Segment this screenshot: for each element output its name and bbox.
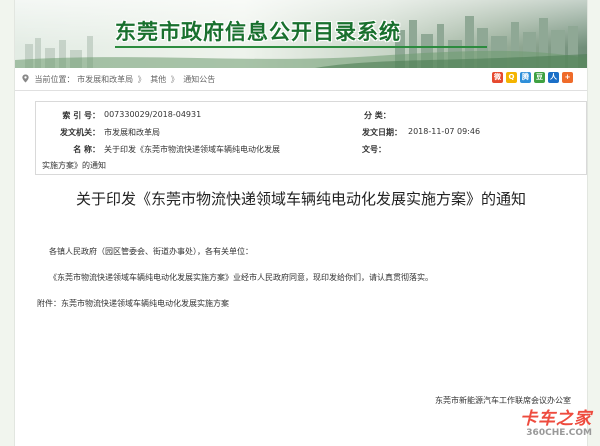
document-name-label: 名 称：	[73, 145, 100, 154]
site-title: 东莞市政府信息公开目录系统	[115, 20, 401, 44]
category-label: 分 类：	[364, 111, 391, 120]
issuing-agency-label: 发文机关：	[60, 128, 100, 137]
document-salutation: 各镇人民政府（园区管委会、街道办事处），各有关单位：	[49, 247, 253, 256]
watermark: 卡车之家 360CHE.COM	[502, 404, 594, 444]
share-toolbar: 微 Q 腾豆人 +	[492, 72, 573, 83]
document-title: 关于印发《东莞市物流快递领域车辆纯电动化发展实施方案》的通知	[75, 190, 526, 208]
breadcrumb-item-other[interactable]: 其他	[150, 75, 166, 84]
site-banner: 东莞市政府信息公开目录系统	[15, 0, 587, 68]
document-number-label: 文号：	[362, 145, 386, 154]
watermark-domain: 360CHE.COM	[526, 428, 592, 438]
breadcrumb-item-agency[interactable]: 市发展和改革局	[77, 75, 133, 84]
breadcrumb: 当前位置： 市发展和改革局 》 其他 》 通知公告	[21, 74, 215, 85]
issuing-agency-value: 市发展和改革局	[104, 128, 160, 137]
index-number-value: 007330029/2018-04931	[104, 110, 202, 119]
document-name-value-line1: 关于印发《东莞市物流快递领域车辆纯电动化发展	[104, 145, 280, 154]
tencent-weibo-share-icon[interactable]: 腾	[520, 72, 531, 83]
title-underline	[115, 46, 487, 48]
index-number-label: 索 引 号：	[62, 111, 100, 120]
issue-date-value: 2018-11-07 09:46	[408, 127, 481, 136]
douban-share-icon[interactable]: 豆	[534, 72, 545, 83]
breadcrumb-item-notices[interactable]: 通知公告	[183, 75, 215, 84]
issue-date-label: 发文日期：	[362, 128, 402, 137]
breadcrumb-prefix: 当前位置：	[34, 75, 75, 84]
weibo-share-icon[interactable]: 微	[492, 72, 503, 83]
qzone-share-icon[interactable]: Q	[506, 72, 517, 83]
document-attachment-link[interactable]: 附件：东莞市物流快递领域车辆纯电动化发展实施方案	[37, 298, 229, 309]
renren-share-icon[interactable]: 人	[548, 72, 559, 83]
watermark-logo-text: 卡车之家	[520, 409, 592, 429]
location-pin-icon	[22, 74, 29, 83]
breadcrumb-separator: 》	[170, 75, 179, 84]
document-metadata-table: 索 引 号： 007330029/2018-04931 分 类： 发文机关： 市…	[35, 101, 587, 175]
more-share-icon[interactable]: +	[562, 72, 573, 83]
document-paragraph: 《东莞市物流快递领域车辆纯电动化发展实施方案》业经市人民政府同意，现印发给你们，…	[49, 273, 433, 282]
breadcrumb-bar: 当前位置： 市发展和改革局 》 其他 》 通知公告 微 Q 腾豆人 +	[15, 68, 587, 91]
page-container: 东莞市政府信息公开目录系统 当前位置： 市发展和改革局 》 其他 》 通知公告 …	[14, 0, 588, 446]
breadcrumb-separator: 》	[137, 75, 146, 84]
document-name-value-line2: 实施方案》的通知	[42, 161, 106, 170]
